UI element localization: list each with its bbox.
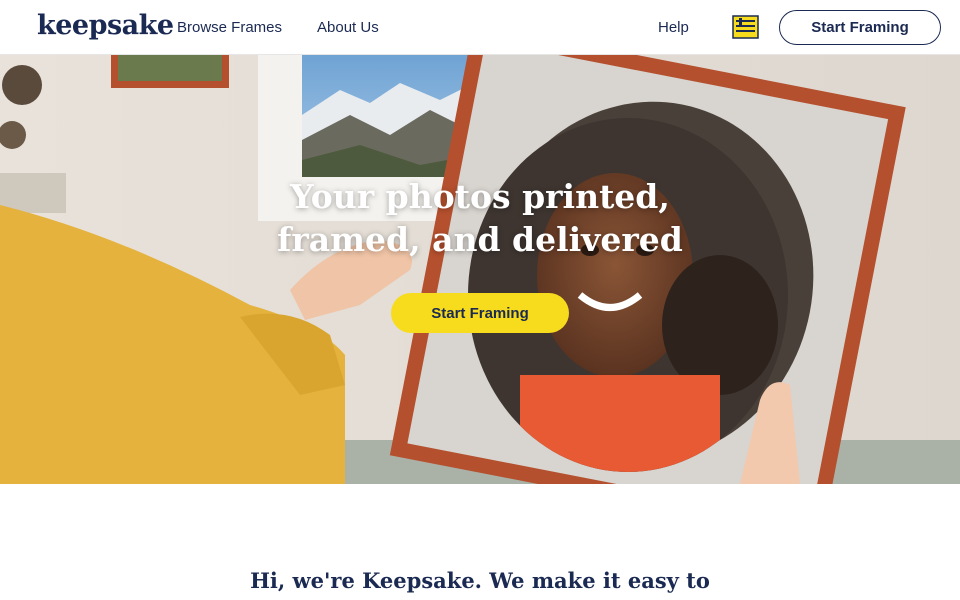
nav-help[interactable]: Help xyxy=(658,19,689,36)
intro-heading: Hi, we're Keepsake. We make it easy to xyxy=(250,568,710,593)
cart-icon[interactable] xyxy=(732,15,759,39)
hero-photo xyxy=(0,55,960,484)
hero-title-line1: Your photos printed, xyxy=(290,177,670,216)
nav-browse-frames[interactable]: Browse Frames xyxy=(177,19,282,36)
site-header: keepsake Browse Frames About Us Help Sta… xyxy=(0,0,960,55)
hero-section: Your photos printed, framed, and deliver… xyxy=(0,55,960,484)
hero-start-framing-button[interactable]: Start Framing xyxy=(391,293,569,333)
nav-about-us[interactable]: About Us xyxy=(317,19,379,36)
hero-title: Your photos printed, framed, and deliver… xyxy=(0,175,960,261)
header-start-framing-button[interactable]: Start Framing xyxy=(779,10,941,45)
hero-title-line2: framed, and delivered xyxy=(277,220,683,259)
logo[interactable]: keepsake xyxy=(37,10,174,41)
